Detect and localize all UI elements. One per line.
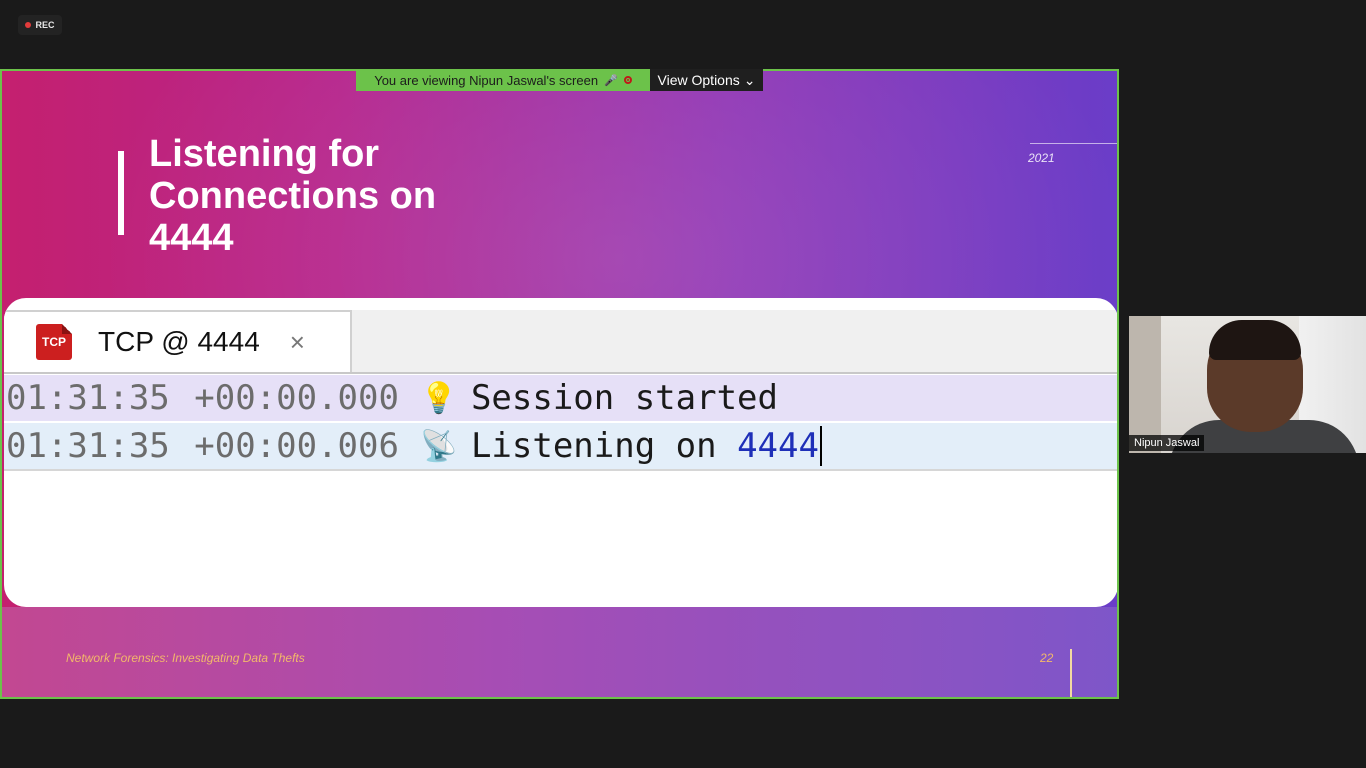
log-port: 4444 bbox=[737, 426, 819, 466]
record-dot-icon bbox=[25, 22, 32, 28]
slide-page-number: 22 bbox=[1040, 651, 1054, 665]
title-accent-bar bbox=[118, 151, 124, 235]
text-caret bbox=[819, 426, 822, 466]
slide-year: 2021 bbox=[1028, 151, 1055, 165]
recording-mini-icon bbox=[623, 76, 632, 84]
video-wall bbox=[1129, 316, 1161, 453]
viewing-text: You are viewing Nipun Jaswal's screen bbox=[374, 72, 599, 88]
participant-name: Nipun Jaswal bbox=[1129, 435, 1205, 451]
log-offset: +00:00.000 bbox=[194, 378, 399, 418]
page-number-divider bbox=[1070, 649, 1072, 697]
log-message: Listening on bbox=[470, 426, 738, 466]
video-person-hair bbox=[1209, 320, 1301, 360]
log-separator bbox=[170, 378, 192, 418]
log-time: 01:31:35 bbox=[6, 378, 170, 418]
tab-title: TCP @ 4444 bbox=[98, 326, 260, 357]
year-divider bbox=[1030, 143, 1117, 144]
view-options-button[interactable]: View Options ⌄ bbox=[650, 69, 763, 91]
view-options-label: View Options bbox=[657, 72, 740, 88]
recording-label: REC bbox=[35, 20, 55, 30]
chevron-down-icon: ⌄ bbox=[743, 71, 756, 88]
slide-title: Listening for Connections on 4444 bbox=[149, 133, 437, 259]
log-time: 01:31:35 bbox=[6, 426, 170, 466]
log-message: Session started bbox=[470, 378, 778, 418]
slide-footer-text: Network Forensics: Investigating Data Th… bbox=[66, 651, 305, 665]
shared-screen: Listening for Connections on 4444 2021 T… bbox=[0, 69, 1119, 699]
satellite-dish-icon: 📡 bbox=[420, 428, 458, 464]
recording-indicator: REC bbox=[18, 15, 62, 35]
lightbulb-icon: 💡 bbox=[420, 380, 458, 416]
participant-video[interactable] bbox=[1129, 316, 1366, 453]
log-separator bbox=[170, 426, 192, 466]
microphone-muted-icon: 🎤 bbox=[604, 74, 618, 87]
log-offset: +00:00.006 bbox=[194, 426, 399, 466]
tab-strip: TCP TCP @ 4444 × bbox=[4, 310, 1117, 374]
viewing-screen-banner: You are viewing Nipun Jaswal's screen 🎤 bbox=[356, 69, 650, 91]
log-row: 01:31:35 +00:00.006 📡 Listening on 4444 bbox=[4, 423, 1117, 471]
tcp-logo-icon: TCP bbox=[36, 324, 72, 360]
terminal-window: TCP TCP @ 4444 × 01:31:35 +00:00.000 💡 S… bbox=[4, 298, 1117, 607]
log-row: 01:31:35 +00:00.000 💡 Session started bbox=[4, 375, 1117, 421]
close-icon[interactable]: × bbox=[290, 329, 305, 355]
tab-tcp-4444[interactable]: TCP TCP @ 4444 × bbox=[4, 310, 352, 372]
